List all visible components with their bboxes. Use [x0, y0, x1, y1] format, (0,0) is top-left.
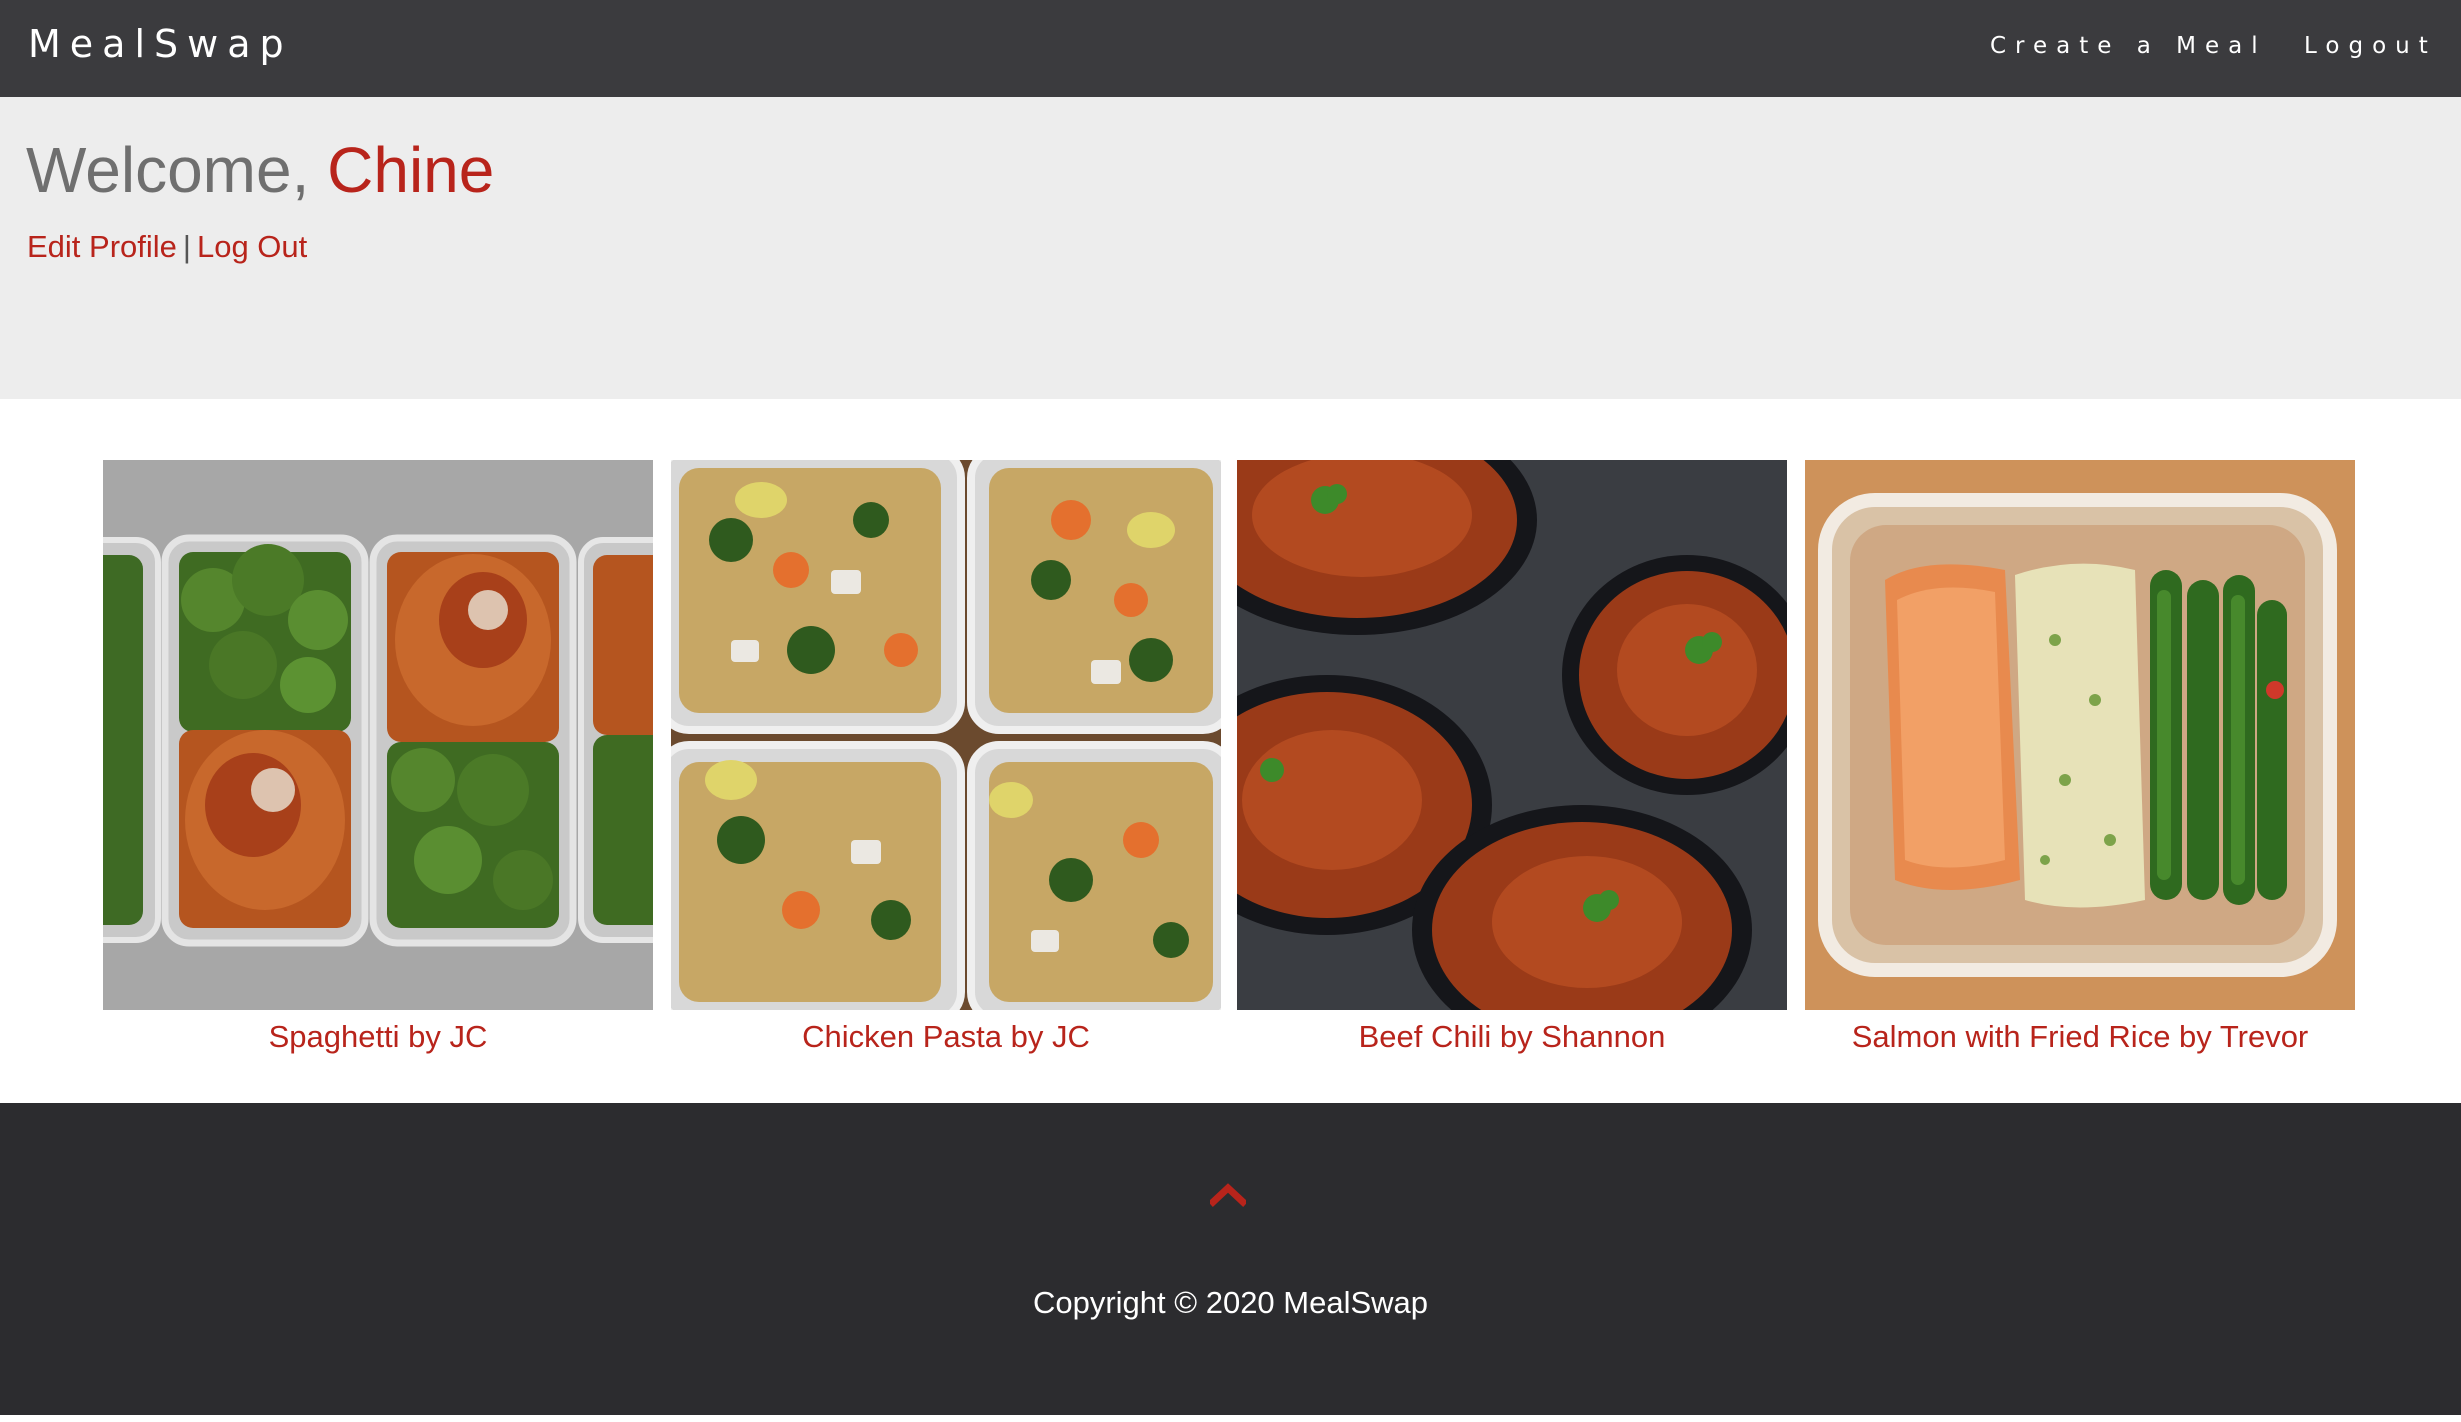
top-navbar: MealSwap Create a Meal Logout: [0, 0, 2461, 97]
meal-image-chicken-pasta[interactable]: [671, 460, 1221, 1010]
brand-logo[interactable]: MealSwap: [28, 22, 293, 66]
meal-image-spaghetti[interactable]: [103, 460, 653, 1010]
profile-links: Edit Profile | Log Out: [27, 229, 307, 265]
nav-logout-link[interactable]: Logout: [2304, 33, 2437, 59]
edit-profile-link[interactable]: Edit Profile: [27, 229, 177, 264]
meal-card: Spaghetti by JC: [103, 460, 653, 1055]
copyright-text: Copyright © 2020 MealSwap: [1032, 1285, 1429, 1320]
meal-caption-link[interactable]: Salmon with Fried Rice by Trevor: [1805, 1019, 2355, 1055]
meal-card: Beef Chili by Shannon: [1237, 460, 1787, 1055]
welcome-section: Welcome, Chine Edit Profile | Log Out: [0, 97, 2461, 399]
welcome-heading: Welcome, Chine: [26, 133, 494, 207]
welcome-user-name: Chine: [327, 134, 495, 206]
meal-image-salmon[interactable]: [1805, 460, 2355, 1010]
chevron-up-icon[interactable]: [1208, 1181, 1248, 1207]
meal-caption-link[interactable]: Beef Chili by Shannon: [1237, 1019, 1787, 1055]
nav-create-meal-link[interactable]: Create a Meal: [1990, 33, 2267, 59]
log-out-link[interactable]: Log Out: [197, 229, 307, 264]
meal-card: Chicken Pasta by JC: [671, 460, 1221, 1055]
meal-grid: Spaghetti by JC Chicken Pasta by JC Beef…: [0, 399, 2461, 1103]
meal-caption-link[interactable]: Chicken Pasta by JC: [671, 1019, 1221, 1055]
meal-card: Salmon with Fried Rice by Trevor: [1805, 460, 2355, 1055]
meal-caption-link[interactable]: Spaghetti by JC: [103, 1019, 653, 1055]
bottom-edge: [0, 1415, 2461, 1422]
meal-image-beef-chili[interactable]: [1237, 460, 1787, 1010]
link-separator: |: [182, 229, 191, 264]
welcome-greeting: Welcome,: [26, 134, 310, 206]
page-footer: Copyright © 2020 MealSwap: [0, 1103, 2461, 1415]
